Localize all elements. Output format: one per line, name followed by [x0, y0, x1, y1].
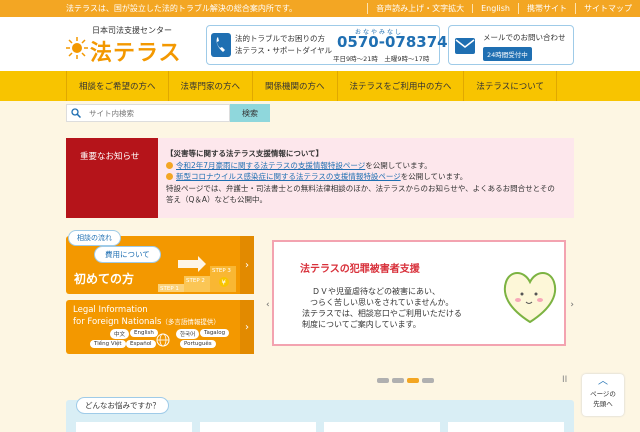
toplink-english[interactable]: English	[472, 4, 518, 13]
sun-logo-icon	[66, 37, 88, 59]
yen-sign: ¥	[222, 279, 227, 287]
globe-icon	[156, 333, 170, 347]
banner-title: 法テラスの犯罪被害者支援	[300, 264, 420, 275]
notice-suffix: を公開しています。	[400, 172, 468, 181]
heart-character-icon	[503, 272, 557, 324]
foreign-title-1: Legal Information	[73, 305, 148, 315]
lang-badge: 中文	[110, 329, 130, 339]
flow-bubble: 相談の流れ	[68, 230, 121, 246]
banner-line: 制度についてご案内しています。	[302, 320, 421, 329]
top-bar: 法テラスは、国が設立した法的トラブル解決の総合案内所です。 音声読み上げ・文字拡…	[0, 0, 640, 17]
main-nav: 相談をご希望の方へ 法専門家の方へ 関係機関の方へ 法テラスをご利用中の方へ 法…	[0, 71, 640, 101]
banner-line: ＤＶや児童虐待などの被害にあい、	[312, 287, 440, 296]
search-box	[66, 104, 230, 122]
chevron-right-icon: ›	[240, 236, 254, 294]
chevron-up-icon: ︿	[598, 376, 608, 387]
toplink-sitemap[interactable]: サイトマップ	[575, 3, 640, 14]
nav-item-consultation[interactable]: 相談をご希望の方へ	[66, 71, 168, 101]
carousel-prev-button[interactable]: ‹	[266, 300, 270, 310]
worry-card[interactable]	[76, 422, 192, 432]
carousel-dots	[377, 378, 434, 383]
important-notice: 重要なお知らせ 【災害等に関する法テラス支援情報について】 令和2年7月豪雨に関…	[66, 138, 574, 218]
phone-number[interactable]: 0570-078374	[337, 33, 448, 51]
notice-link-covid[interactable]: 新型コロナウイルス感染症に関する法テラスの支援情報特設ページ	[176, 171, 401, 183]
banner-carousel: ‹ 法テラスの犯罪被害者支援 ＤＶや児童虐待などの被害にあい、 つらく苦しい思い…	[266, 240, 574, 346]
banner-line: つらく苦しい思いをされていませんか。	[310, 298, 454, 307]
bullet-icon	[166, 161, 173, 169]
logo-title: 法テラス	[90, 41, 182, 66]
search-button[interactable]: 検索	[230, 104, 270, 122]
worry-card[interactable]	[324, 422, 440, 432]
totop-label-2: 先頭へ	[593, 400, 613, 408]
toplink-mobile[interactable]: 携帯サイト	[518, 3, 575, 14]
language-badges: 中文 English 한국어 Tagalog Tiếng Việt Españo…	[72, 329, 238, 353]
worry-card[interactable]	[448, 422, 564, 432]
nav-item-about[interactable]: 法テラスについて	[463, 71, 557, 101]
notice-body-1: 特設ページでは、弁護士・司法書士との無料法律相談のほか、法テラスからのお知らせや…	[166, 183, 555, 193]
mail-label: メールでのお問い合わせ	[483, 33, 566, 42]
worries-title: どんなお悩みですか？	[76, 397, 169, 414]
toplink-accessibility[interactable]: 音声読み上げ・文字拡大	[367, 3, 472, 14]
lang-badge: Tiếng Việt	[90, 340, 126, 348]
site-header: 日本司法支援センター 法テラス 法的トラブルでお困りの方 法テラス・サポートダイ…	[0, 17, 640, 71]
step1-label: STEP 1	[160, 286, 179, 292]
carousel-dot[interactable]	[407, 378, 419, 383]
worry-card[interactable]	[200, 422, 316, 432]
notice-body-2: 答え（Q＆A）なども公開中。	[166, 195, 268, 204]
worries-section: どんなお悩みですか？	[66, 397, 574, 432]
foreign-nationals-banner[interactable]: Legal Information for Foreign Nationals（…	[66, 300, 254, 354]
carousel-dot[interactable]	[392, 378, 404, 383]
phone-hours: 平日9時～21時 土曜9時～17時	[333, 55, 430, 63]
support-dial-box[interactable]: 法的トラブルでお困りの方 法テラス・サポートダイヤル おなやみなし 0570-0…	[206, 25, 448, 65]
pause-icon[interactable]: II	[562, 375, 567, 385]
totop-label-1: ページの	[590, 390, 616, 398]
first-time-banner[interactable]: 相談の流れ 費用について 初めての方 STEP 1 STEP 2 STEP 3 …	[66, 230, 254, 294]
steps-illustration: STEP 1 STEP 2 STEP 3 ¥	[158, 256, 236, 292]
top-links: 音声読み上げ・文字拡大 English 携帯サイト サイトマップ	[367, 0, 640, 17]
banner-line: 法テラスでは、相談窓口やご利用いただける	[302, 309, 462, 318]
notice-label: 重要なお知らせ	[66, 138, 158, 218]
lang-badge: Português	[180, 340, 216, 348]
notice-link-rain[interactable]: 令和2年7月豪雨に関する法テラスの支援情報特設ページ	[176, 160, 365, 172]
first-time-title: 初めての方	[74, 272, 135, 286]
crime-victim-support-banner[interactable]: 法テラスの犯罪被害者支援 ＤＶや児童虐待などの被害にあい、 つらく苦しい思いをさ…	[272, 240, 566, 346]
step2-label: STEP 2	[186, 278, 205, 284]
step3-label: STEP 3	[212, 268, 231, 274]
foreign-title-2-text: for Foreign Nationals	[73, 317, 162, 327]
search-input[interactable]	[89, 108, 219, 118]
carousel-dot[interactable]	[422, 378, 434, 383]
notice-content: 【災害等に関する法テラス支援情報について】 令和2年7月豪雨に関する法テラスの支…	[166, 148, 570, 206]
phone-icon	[211, 33, 231, 57]
mail-inquiry-button[interactable]: メールでのお問い合わせ 24時間受付中	[448, 25, 574, 65]
carousel-dot[interactable]	[377, 378, 389, 383]
carousel-next-button[interactable]: ›	[570, 300, 574, 310]
mail-badge: 24時間受付中	[483, 47, 532, 61]
site-tagline: 法テラスは、国が設立した法的トラブル解決の総合案内所です。	[66, 4, 298, 13]
lang-badge: Español	[126, 340, 156, 348]
cost-bubble: 費用について	[94, 246, 161, 263]
chevron-right-icon: ›	[240, 300, 254, 354]
nav-item-current-users[interactable]: 法テラスをご利用中の方へ	[336, 71, 464, 101]
lang-badge: English	[130, 329, 158, 337]
notice-title: 【災害等に関する法テラス支援情報について】	[166, 149, 324, 158]
mail-icon	[455, 38, 475, 54]
nav-item-organizations[interactable]: 関係機関の方へ	[252, 71, 337, 101]
site-logo[interactable]: 日本司法支援センター 法テラス	[66, 23, 186, 67]
notice-item: 令和2年7月豪雨に関する法テラスの支援情報特設ページ を公開しています。	[166, 160, 570, 172]
lang-badge: Tagalog	[200, 329, 230, 337]
nav-item-professionals[interactable]: 法専門家の方へ	[167, 71, 253, 101]
phone-caption-2: 法テラス・サポートダイヤル	[235, 46, 333, 55]
bullet-icon	[166, 173, 173, 181]
phone-caption-1: 法的トラブルでお困りの方	[235, 34, 325, 43]
lang-badge: 한국어	[176, 329, 200, 339]
search-icon	[71, 108, 81, 118]
notice-item: 新型コロナウイルス感染症に関する法テラスの支援情報特設ページ を公開しています。	[166, 171, 570, 183]
notice-suffix: を公開しています。	[365, 160, 432, 170]
foreign-title-2: for Foreign Nationals（多言語情報提供）	[73, 316, 220, 327]
site-search: 検索	[66, 104, 270, 122]
foreign-title-note: （多言語情報提供）	[161, 318, 220, 326]
back-to-top-button[interactable]: ︿ ページの 先頭へ	[582, 374, 624, 416]
